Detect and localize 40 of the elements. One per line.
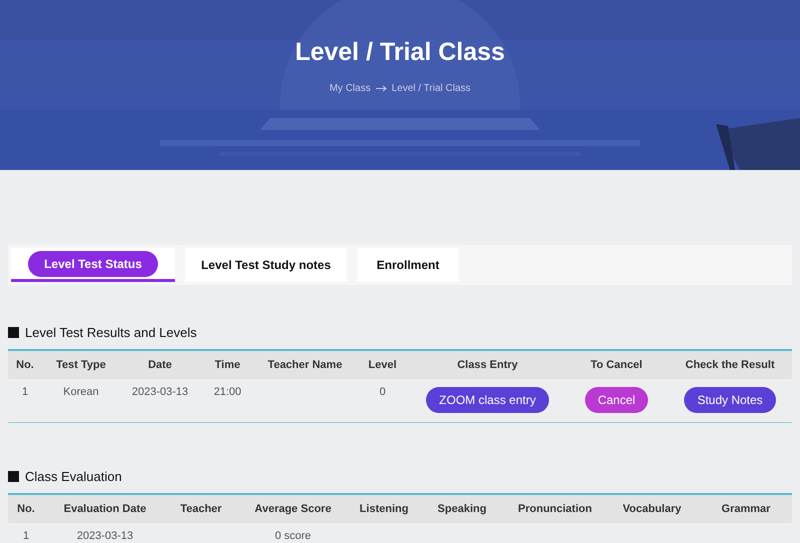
column-header: Speaking [436,503,488,515]
column-header: Teacher Name [266,359,344,371]
column-header: Test Type [55,359,107,371]
table-cell-text: 2023-03-13 [130,385,190,398]
column-header: Listening [358,503,410,515]
tab[interactable]: Level Test Status [11,248,175,282]
action-button[interactable]: Study Notes [684,387,776,413]
column-header: Check the Result [684,359,776,371]
square-icon [8,327,19,338]
table-cell-text: 21:00 [212,385,242,398]
page-title: Level / Trial Class [295,38,505,67]
table-cell-text: Korean [62,385,100,398]
column-header: No. [15,359,35,371]
breadcrumb-link[interactable]: My Class [329,83,371,94]
column-header: Grammar [720,503,772,515]
table-cell-text: 0 score [274,529,312,542]
table-cell-text: 1 [22,529,30,542]
column-header: No. [16,503,36,515]
table-cell-text: 1 [20,385,30,398]
tab[interactable]: Enrollment [357,248,459,282]
breadcrumb-link[interactable]: Level / Trial Class [392,83,471,94]
column-header: Teacher [179,503,223,515]
arrow-icon [376,85,387,92]
column-header: Date [147,359,173,371]
column-header: Evaluation Date [62,503,148,515]
section-title: Class Evaluation [25,469,122,484]
column-header: Pronunciation [517,503,593,515]
action-button[interactable]: ZOOM class entry [426,387,549,413]
column-header: Average Score [254,503,332,515]
table-cell-text: 0 [378,385,387,398]
cancel-button[interactable]: Cancel [584,387,648,413]
tab[interactable]: Level Test Study notes [185,248,347,282]
square-icon [8,471,19,482]
column-header: Level [367,359,398,371]
section-title: Level Test Results and Levels [25,325,197,340]
column-header: To Cancel [590,359,644,371]
column-header: Vocabulary [622,503,682,515]
column-header: Class Entry [456,359,519,371]
table-cell-text: 2023-03-13 [76,529,134,542]
column-header: Time [214,359,242,371]
